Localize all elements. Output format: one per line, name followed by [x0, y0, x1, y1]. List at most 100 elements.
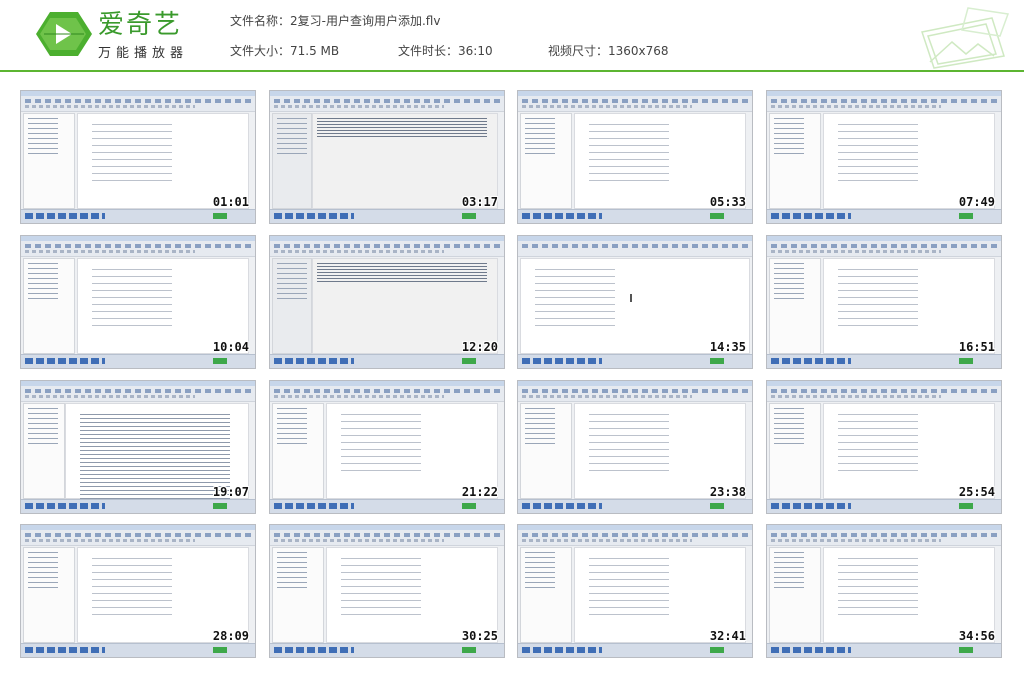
video-thumbnail[interactable]: 10:04: [20, 235, 256, 369]
film-decoration-icon: [921, 7, 1010, 69]
navigation-pane: [272, 258, 312, 354]
taskbar: [767, 643, 1001, 657]
taskbar: [270, 643, 504, 657]
toolbar: [767, 530, 1001, 546]
thumbnail-timestamp: 03:17: [461, 195, 498, 209]
video-thumbnail[interactable]: 25:54: [766, 380, 1002, 514]
thumbnail-timestamp: 25:54: [958, 485, 995, 499]
video-thumbnail[interactable]: 14:35: [517, 235, 753, 369]
video-thumbnail[interactable]: 30:25: [269, 524, 505, 658]
document-text-lines: [589, 124, 669, 184]
toolbar: [270, 96, 504, 112]
thumbnail-timestamp: 23:38: [709, 485, 746, 499]
thumbnail-timestamp: 32:41: [709, 629, 746, 643]
video-thumbnail[interactable]: 12:20: [269, 235, 505, 369]
file-size: 文件大小：71.5 MB: [230, 44, 340, 58]
document-text-lines: [838, 269, 918, 329]
navigation-pane: [23, 403, 65, 499]
video-thumbnail[interactable]: 19:07: [20, 380, 256, 514]
thumbnail-timestamp: 01:01: [212, 195, 249, 209]
text-cursor-icon: [630, 294, 632, 302]
toolbar: [21, 241, 255, 257]
toolbar: [767, 386, 1001, 402]
taskbar: [767, 209, 1001, 223]
document-text-lines: [341, 414, 421, 474]
brand-subtitle: 万能播放器: [98, 46, 189, 61]
thumbnail-timestamp: 12:20: [461, 340, 498, 354]
toolbar: [518, 96, 752, 112]
document-text-lines: [317, 263, 487, 283]
document-text-lines: [92, 124, 172, 184]
taskbar: [767, 354, 1001, 368]
video-thumbnail[interactable]: 21:22: [269, 380, 505, 514]
thumbnail-timestamp: 19:07: [212, 485, 249, 499]
video-thumbnail[interactable]: 07:49: [766, 90, 1002, 224]
taskbar: [518, 354, 752, 368]
document-text-lines: [589, 414, 669, 474]
thumbnail-timestamp: 05:33: [709, 195, 746, 209]
thumbnail-timestamp: 07:49: [958, 195, 995, 209]
taskbar: [21, 209, 255, 223]
taskbar: [270, 209, 504, 223]
navigation-pane: [520, 403, 572, 499]
brand-name: 爱奇艺: [98, 10, 183, 40]
toolbar: [270, 241, 504, 257]
taskbar: [518, 209, 752, 223]
toolbar: [21, 386, 255, 402]
taskbar: [270, 499, 504, 513]
file-duration: 文件时长：36:10: [398, 44, 493, 58]
video-thumbnail[interactable]: 34:56: [766, 524, 1002, 658]
thumbnail-timestamp: 28:09: [212, 629, 249, 643]
toolbar: [270, 386, 504, 402]
toolbar: [270, 530, 504, 546]
file-name: 文件名称：2复习-用户查询用户添加.flv: [230, 14, 441, 28]
navigation-pane: [23, 547, 75, 643]
toolbar: [518, 241, 752, 257]
document-text-lines: [317, 118, 487, 138]
thumbnail-timestamp: 16:51: [958, 340, 995, 354]
thumbnail-timestamp: 14:35: [709, 340, 746, 354]
thumbnail-timestamp: 30:25: [461, 629, 498, 643]
navigation-pane: [23, 258, 75, 354]
document-text-lines: [838, 124, 918, 184]
document-text-lines: [838, 558, 918, 618]
video-thumbnail[interactable]: 05:33: [517, 90, 753, 224]
video-thumbnail[interactable]: 16:51: [766, 235, 1002, 369]
document-text-lines: [92, 558, 172, 618]
brand: 爱奇艺 万能播放器: [98, 10, 188, 61]
document-text-lines: [341, 558, 421, 618]
navigation-pane: [272, 113, 312, 209]
taskbar: [518, 499, 752, 513]
navigation-pane: [769, 547, 821, 643]
navigation-pane: [520, 113, 572, 209]
taskbar: [270, 354, 504, 368]
toolbar: [21, 96, 255, 112]
video-thumbnail[interactable]: 01:01: [20, 90, 256, 224]
header-divider: [0, 70, 1024, 72]
taskbar: [518, 643, 752, 657]
toolbar: [767, 241, 1001, 257]
navigation-pane: [23, 113, 75, 209]
toolbar: [518, 386, 752, 402]
thumbnail-timestamp: 10:04: [212, 340, 249, 354]
toolbar: [767, 96, 1001, 112]
taskbar: [21, 499, 255, 513]
file-info-header: 爱奇艺 万能播放器 文件名称：2复习-用户查询用户添加.flv 文件大小：71.…: [0, 0, 1024, 72]
toolbar: [518, 530, 752, 546]
video-thumbnail[interactable]: 03:17: [269, 90, 505, 224]
video-thumbnail[interactable]: 28:09: [20, 524, 256, 658]
navigation-pane: [769, 403, 821, 499]
navigation-pane: [520, 547, 572, 643]
video-dimensions: 视频尺寸：1360x768: [548, 44, 669, 58]
navigation-pane: [769, 258, 821, 354]
navigation-pane: [272, 403, 324, 499]
thumbnail-timestamp: 21:22: [461, 485, 498, 499]
taskbar: [21, 643, 255, 657]
video-thumbnail[interactable]: 32:41: [517, 524, 753, 658]
thumbnail-grid: 01:01 03:17 05:33 07:49 10:04 12:20 14:35 16:51…: [20, 90, 1004, 660]
document-text-lines: [535, 269, 615, 329]
video-thumbnail[interactable]: 23:38: [517, 380, 753, 514]
taskbar: [21, 354, 255, 368]
navigation-pane: [272, 547, 324, 643]
thumbnail-timestamp: 34:56: [958, 629, 995, 643]
